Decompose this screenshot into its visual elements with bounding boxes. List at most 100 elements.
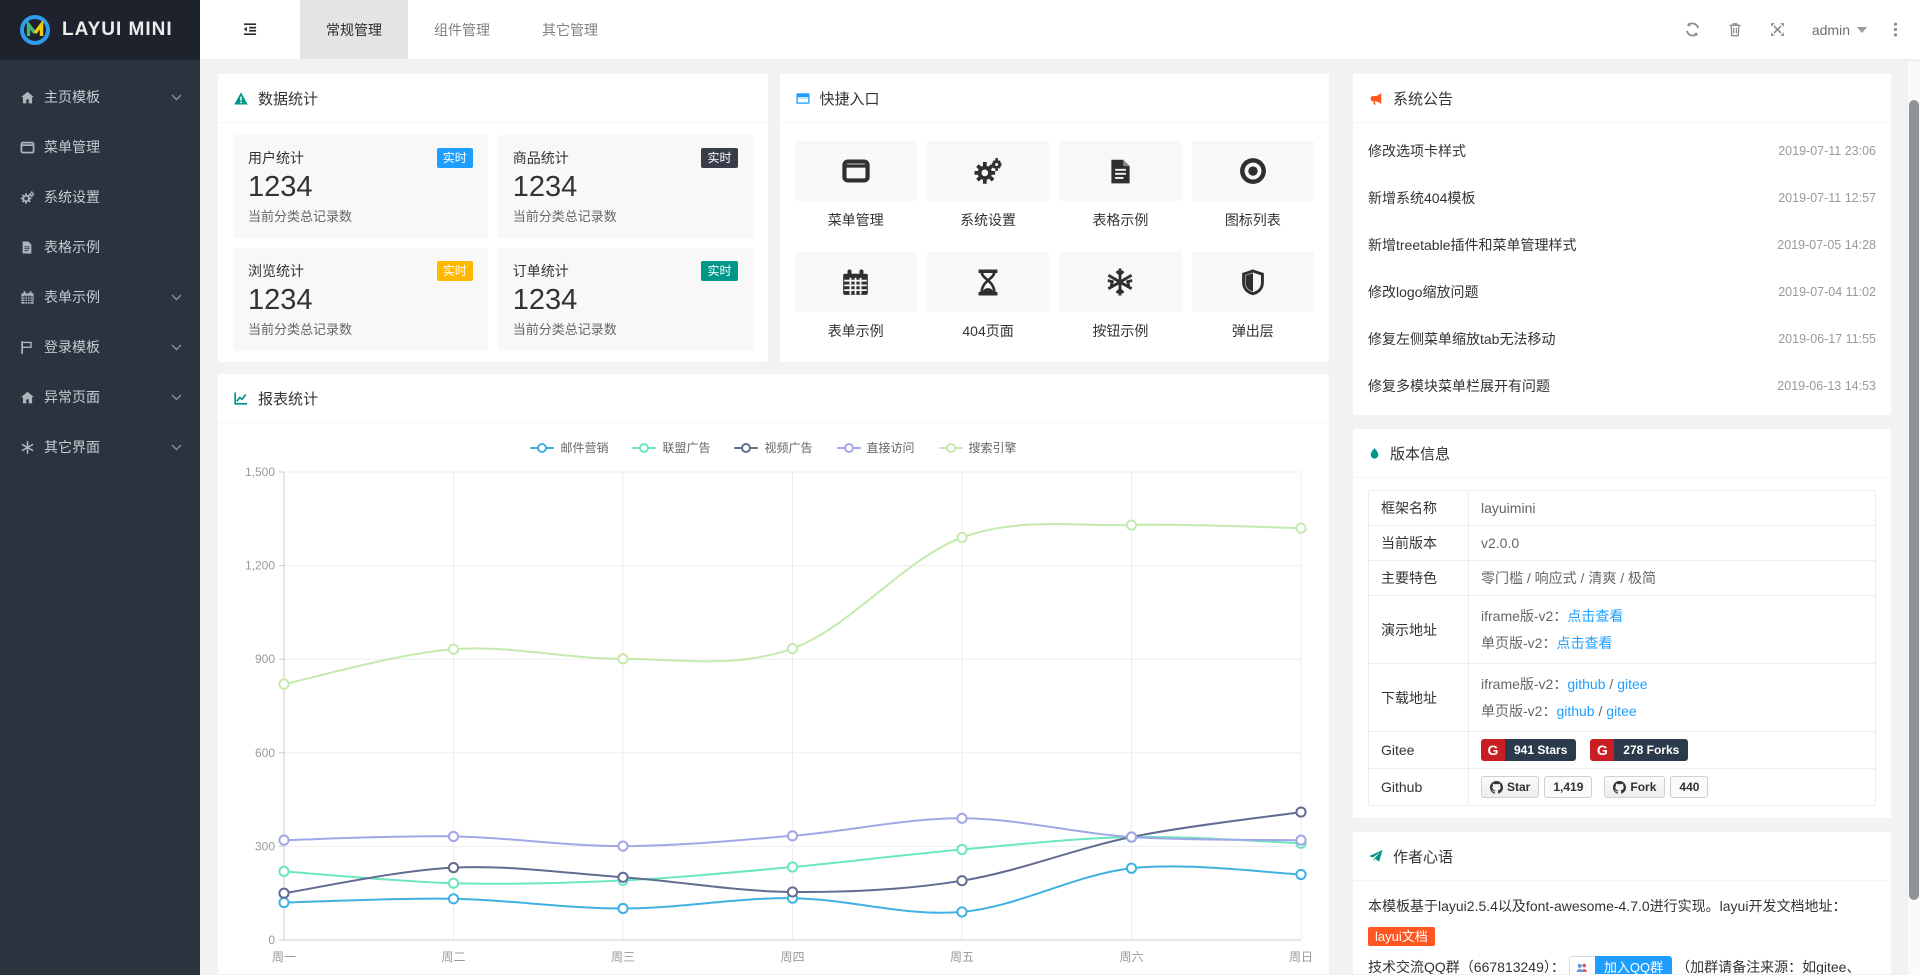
fire-icon bbox=[1368, 446, 1381, 461]
legend-item[interactable]: 视频广告 bbox=[734, 439, 812, 456]
join-qq-group-badge[interactable]: 加入QQ群 bbox=[1569, 956, 1672, 975]
github-fork-count[interactable]: 440 bbox=[1670, 776, 1708, 798]
svg-text:周日: 周日 bbox=[1289, 950, 1313, 964]
legend-label: 邮件营销 bbox=[560, 439, 608, 456]
stat-grid: 用户统计实时 1234 当前分类总记录数 商品统计实时 1234 当前分类总记录… bbox=[233, 135, 753, 351]
calendar-icon bbox=[795, 252, 917, 312]
download-link-github-iframe[interactable]: github bbox=[1567, 676, 1605, 692]
chart-legend: 邮件营销 联盟广告 视频广告 直接访问 搜索引擎 bbox=[230, 433, 1317, 458]
username: admin bbox=[1812, 22, 1850, 38]
gears-icon bbox=[20, 190, 44, 205]
card-data-stats: 数据统计 用户统计实时 1234 当前分类总记录数 商品统计实时 1234 当前… bbox=[217, 73, 769, 363]
stat-box-users: 用户统计实时 1234 当前分类总记录数 bbox=[233, 135, 488, 238]
layui-doc-badge[interactable]: layui文档 bbox=[1368, 927, 1435, 946]
version-table: 框架名称 layuimini 当前版本 v2.0.0 主要特色 零门槛 / 响应… bbox=[1368, 490, 1876, 806]
sidebar-item-table-demo[interactable]: 表格示例 bbox=[0, 222, 200, 272]
sidebar-item-label: 主页模板 bbox=[44, 87, 100, 107]
sidebar-item-system-settings[interactable]: 系统设置 bbox=[0, 172, 200, 222]
sidebar-item-label: 异常页面 bbox=[44, 387, 100, 407]
top-header: 常规管理 组件管理 其它管理 admin bbox=[200, 0, 1920, 60]
gitee-stars-badge[interactable]: G941 Stars bbox=[1481, 739, 1576, 761]
card-report-stats: 报表统计 邮件营销联盟广告视频广告直接访问搜索引擎 03006009001,20… bbox=[217, 373, 1330, 975]
demo-link-iframe[interactable]: 点击查看 bbox=[1567, 608, 1623, 624]
dot-circle-icon bbox=[1192, 141, 1314, 201]
chevron-down-icon bbox=[171, 94, 182, 101]
line-chart-icon bbox=[233, 391, 249, 406]
github-fork-button[interactable]: Fork bbox=[1604, 776, 1665, 798]
sidebar-item-home-template[interactable]: 主页模板 bbox=[0, 72, 200, 122]
quick-item-menu-manage[interactable]: 菜单管理 bbox=[795, 141, 917, 230]
gitee-forks-badge[interactable]: G278 Forks bbox=[1590, 739, 1688, 761]
tab-component-manage[interactable]: 组件管理 bbox=[408, 0, 516, 59]
user-menu[interactable]: admin bbox=[1812, 22, 1867, 38]
announcement-date: 2019-07-04 11:02 bbox=[1778, 285, 1876, 299]
quick-label: 系统设置 bbox=[927, 210, 1049, 230]
legend-item[interactable]: 搜索引擎 bbox=[939, 439, 1017, 456]
row-value: iframe版-v2：点击查看 单页版-v2：点击查看 bbox=[1469, 596, 1876, 664]
github-star-count[interactable]: 1,419 bbox=[1544, 776, 1592, 798]
snowflake-icon bbox=[1059, 252, 1181, 312]
card-title: 系统公告 bbox=[1393, 88, 1453, 109]
row-value: iframe版-v2：github / gitee 单页版-v2：github … bbox=[1469, 664, 1876, 732]
home-icon bbox=[20, 390, 44, 405]
quick-item-system-settings[interactable]: 系统设置 bbox=[927, 141, 1049, 230]
window-icon bbox=[20, 140, 44, 155]
chevron-down-icon bbox=[171, 294, 182, 301]
trash-icon[interactable] bbox=[1727, 21, 1743, 38]
quick-item-form-demo[interactable]: 表单示例 bbox=[795, 252, 917, 341]
tab-regular-manage[interactable]: 常规管理 bbox=[300, 0, 408, 59]
download-link-github-spa[interactable]: github bbox=[1556, 703, 1594, 719]
legend-item[interactable]: 直接访问 bbox=[837, 439, 915, 456]
caret-down-icon bbox=[1857, 27, 1867, 33]
asterisk-icon bbox=[20, 440, 44, 455]
chevron-down-icon bbox=[171, 344, 182, 351]
sidebar-item-other-pages[interactable]: 其它界面 bbox=[0, 422, 200, 472]
calendar-icon bbox=[20, 290, 44, 305]
sidebar-collapse-button[interactable] bbox=[200, 0, 300, 59]
quick-item-table-demo[interactable]: 表格示例 bbox=[1059, 141, 1181, 230]
realtime-badge: 实时 bbox=[437, 261, 473, 281]
sidebar-item-form-demo[interactable]: 表单示例 bbox=[0, 272, 200, 322]
sidebar-item-menu-manage[interactable]: 菜单管理 bbox=[0, 122, 200, 172]
quick-item-popup-layer[interactable]: 弹出层 bbox=[1192, 252, 1314, 341]
legend-item[interactable]: 邮件营销 bbox=[530, 439, 608, 456]
quick-grid: 菜单管理 系统设置 表格示例 图标列表 bbox=[795, 135, 1315, 341]
announcement-list: 修改选项卡样式2019-07-11 23:06 新增系统404模板2019-07… bbox=[1353, 123, 1891, 415]
quick-item-404-page[interactable]: 404页面 bbox=[927, 252, 1049, 341]
sidebar-item-label: 登录模板 bbox=[44, 337, 100, 357]
row-value: layuimini bbox=[1469, 491, 1876, 526]
stat-box-products: 商品统计实时 1234 当前分类总记录数 bbox=[498, 135, 753, 238]
more-options-icon[interactable] bbox=[1893, 21, 1898, 38]
realtime-badge: 实时 bbox=[701, 261, 737, 281]
sidebar-item-login-template[interactable]: 登录模板 bbox=[0, 322, 200, 372]
announcement-text: 修改选项卡样式 bbox=[1368, 141, 1466, 161]
window-icon bbox=[795, 91, 811, 106]
chevron-down-icon bbox=[171, 394, 182, 401]
announcement-date: 2019-07-05 14:28 bbox=[1777, 238, 1876, 252]
author-paragraph: 技术交流QQ群（667813249）：加入QQ群（加群请备注来源：如gitee、… bbox=[1368, 952, 1876, 975]
download-link-gitee-spa[interactable]: gitee bbox=[1606, 703, 1636, 719]
download-link-gitee-iframe[interactable]: gitee bbox=[1617, 676, 1647, 692]
quick-label: 404页面 bbox=[927, 321, 1049, 341]
demo-link-spa[interactable]: 点击查看 bbox=[1556, 635, 1612, 651]
svg-text:0: 0 bbox=[268, 933, 275, 947]
row-label: 演示地址 bbox=[1369, 596, 1469, 664]
line-chart-svg: 03006009001,2001,500周一周二周三周四周五周六周日 bbox=[230, 458, 1317, 970]
row-label: 下载地址 bbox=[1369, 664, 1469, 732]
scrollbar-thumb[interactable] bbox=[1909, 100, 1919, 900]
quick-label: 表单示例 bbox=[795, 321, 917, 341]
tab-other-manage[interactable]: 其它管理 bbox=[516, 0, 624, 59]
stat-label: 订单统计 bbox=[513, 261, 569, 281]
quick-item-button-demo[interactable]: 按钮示例 bbox=[1059, 252, 1181, 341]
announcement-text: 修复左侧菜单缩放tab无法移动 bbox=[1368, 329, 1555, 349]
legend-item[interactable]: 联盟广告 bbox=[632, 439, 710, 456]
sidebar-item-error-pages[interactable]: 异常页面 bbox=[0, 372, 200, 422]
fullscreen-icon[interactable] bbox=[1769, 21, 1786, 38]
refresh-icon[interactable] bbox=[1684, 21, 1701, 38]
announcement-text: 新增treetable插件和菜单管理样式 bbox=[1368, 235, 1576, 255]
svg-text:周一: 周一 bbox=[272, 950, 296, 964]
quick-item-icon-list[interactable]: 图标列表 bbox=[1192, 141, 1314, 230]
github-star-button[interactable]: Star bbox=[1481, 776, 1539, 798]
card-title: 数据统计 bbox=[258, 88, 318, 109]
row-label: 框架名称 bbox=[1369, 491, 1469, 526]
